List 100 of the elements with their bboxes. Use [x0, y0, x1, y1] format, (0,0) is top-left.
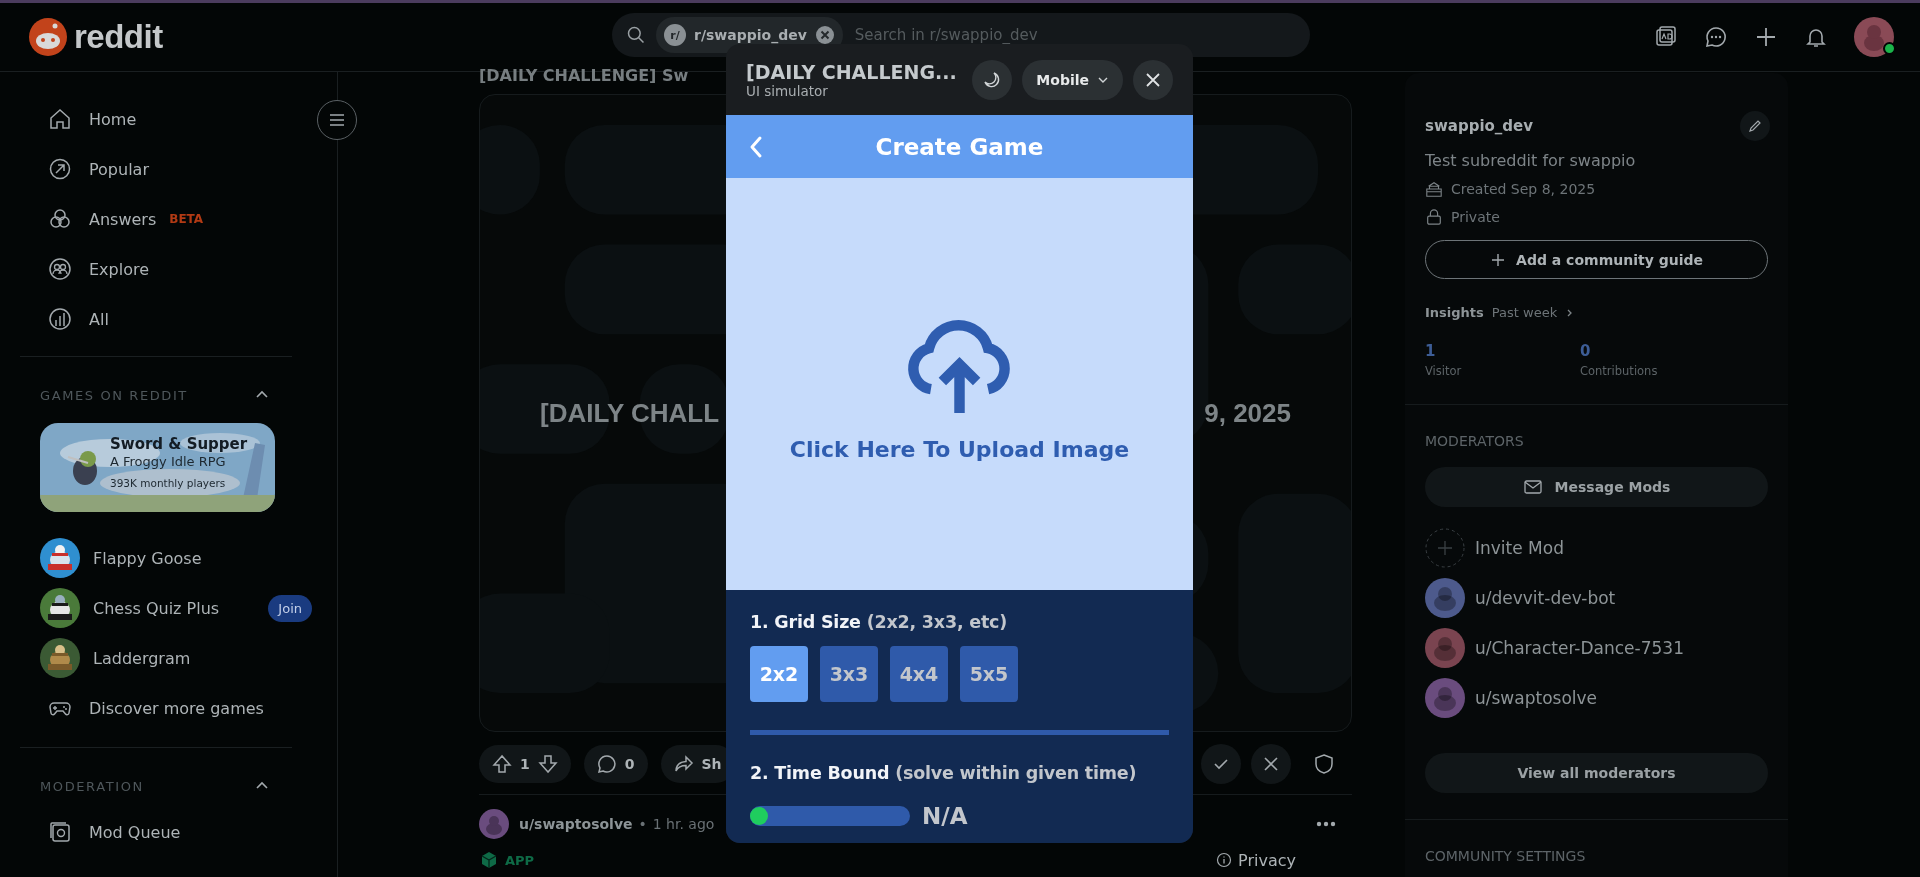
nav-label: Popular [89, 159, 149, 179]
close-button[interactable] [1133, 59, 1173, 100]
plus-icon [1490, 251, 1507, 268]
downvote-icon[interactable] [537, 754, 558, 774]
upload-label[interactable]: Click Here To Upload Image [789, 436, 1130, 462]
nav-label: Explore [89, 259, 150, 279]
section-heading: COMMUNITY SETTINGS [1425, 848, 1587, 864]
home-icon [48, 107, 72, 131]
edit-button[interactable] [1740, 111, 1770, 141]
nav-item[interactable]: Answers BETA [20, 194, 292, 244]
beta-label: BETA [169, 212, 204, 226]
chat-icon[interactable] [1704, 25, 1728, 49]
upload-area[interactable]: Click Here To Upload Image [726, 178, 1193, 590]
author-name[interactable]: u/swaptosolve [519, 816, 633, 832]
comment-icon [596, 754, 617, 774]
game-item[interactable]: Flappy Goose [20, 533, 312, 583]
shield-icon[interactable] [1312, 752, 1336, 776]
moderator-name: u/devvit-dev-bot [1475, 588, 1616, 608]
nav-label: Home [89, 109, 137, 129]
ad-icon[interactable] [1654, 25, 1678, 49]
nav-label: Answers [89, 209, 157, 229]
game-label: Chess Quiz Plus [93, 598, 220, 618]
game-item[interactable]: Laddergram [20, 633, 312, 683]
period-link[interactable]: Past week [1491, 305, 1558, 320]
upvote-icon[interactable] [492, 754, 512, 774]
vote-count: 1 [520, 756, 530, 772]
avatar-icon[interactable] [1854, 17, 1894, 57]
game-label: Flappy Goose [93, 548, 202, 568]
cube-icon [479, 850, 499, 870]
simulator-subtitle: UI simulator [746, 82, 829, 99]
game-label: Discover more games [89, 698, 264, 718]
slider-thumb[interactable] [750, 807, 768, 825]
nav-item[interactable]: Home [20, 94, 292, 144]
envelope-icon [1522, 477, 1543, 497]
time-bound-label: 2. Time Bound (solve within given time) [750, 763, 1137, 783]
nav-item[interactable]: Mod Queue [20, 807, 292, 857]
community-description: Test subreddit for swappio [1425, 151, 1637, 170]
moderator-name: u/swaptosolve [1475, 688, 1598, 708]
grid-size-option[interactable]: 3x3 [820, 646, 878, 702]
stat-value: 0 [1580, 342, 1592, 360]
avatar-icon [1425, 578, 1465, 618]
media-title: [DAILY CHALL [540, 397, 720, 429]
menu-button[interactable] [317, 100, 357, 140]
avatar-icon [1425, 678, 1465, 718]
post-time: 1 hr. ago [652, 816, 715, 832]
moderator-item[interactable]: u/devvit-dev-bot [1425, 573, 1768, 623]
comments-button[interactable]: 0 [583, 745, 648, 783]
people-icon [48, 257, 72, 281]
stat-value: 1 [1425, 342, 1437, 360]
more-icon[interactable] [1316, 821, 1336, 827]
queue-icon [48, 820, 72, 844]
device-dropdown[interactable]: Mobile [1022, 59, 1123, 100]
view-all-button[interactable]: View all moderators [1425, 753, 1768, 793]
vote-bar[interactable]: 1 [479, 745, 571, 783]
stat-label: Visitor [1425, 364, 1463, 378]
chip-label: r/swappio_dev [694, 27, 807, 43]
created-date: Created Sep 8, 2025 [1451, 181, 1596, 197]
lock-icon [1425, 208, 1443, 226]
plus-icon[interactable] [1754, 25, 1778, 49]
privacy-link[interactable]: Privacy [1238, 850, 1296, 870]
time-reading: N/A [922, 803, 968, 829]
join-button[interactable]: Join [268, 594, 312, 622]
share-icon [673, 754, 694, 774]
nav-item[interactable]: All [20, 294, 292, 344]
time-slider[interactable] [750, 806, 910, 826]
moderator-item[interactable]: u/swaptosolve [1425, 673, 1768, 723]
avatar-icon [1425, 628, 1465, 668]
separator-dot: • [638, 816, 647, 832]
featured-game-card[interactable]: Sword & Supper A Froggy Idle RPG 393K monthly players [40, 423, 275, 512]
nav-label: Mod Queue [89, 822, 181, 842]
insights-label: Insights [1425, 305, 1484, 320]
nav-item[interactable]: Explore [20, 244, 292, 294]
moderator-item[interactable]: u/Character-Dance-7531 [1425, 623, 1768, 673]
invite-label: Invite Mod [1475, 538, 1564, 558]
approve-button[interactable] [1201, 744, 1241, 784]
message-mods-button[interactable]: Message Mods [1425, 467, 1768, 507]
game-subtitle: A Froggy Idle RPG [110, 454, 227, 469]
reddit-logo-icon[interactable] [28, 17, 68, 57]
remove-button[interactable] [1251, 744, 1291, 784]
circles-icon [48, 207, 72, 231]
add-icon [1425, 528, 1465, 568]
nav-item[interactable]: Popular [20, 144, 292, 194]
game-item[interactable]: Chess Quiz Plus Join [20, 583, 312, 633]
post-title[interactable]: [DAILY CHALLENGE] Sw [479, 66, 689, 88]
game-item[interactable]: Discover more games [20, 683, 312, 733]
grid-size-option[interactable]: 4x4 [890, 646, 948, 702]
game-label: Laddergram [93, 648, 191, 668]
reddit-wordmark[interactable]: reddit [74, 18, 163, 56]
search-input[interactable]: Search in r/swappio_dev [852, 25, 1296, 45]
media-title: 9, 2025 [1204, 397, 1291, 429]
back-icon[interactable] [748, 134, 764, 159]
arrow-circle-icon [48, 157, 72, 181]
moderator-name: u/Character-Dance-7531 [1475, 638, 1684, 658]
clear-icon[interactable] [814, 25, 835, 45]
section-heading: MODERATORS [1425, 433, 1525, 449]
grid-size-option[interactable]: 5x5 [960, 646, 1018, 702]
nav-label: All [89, 309, 109, 329]
grid-size-label: 1. Grid Size (2x2, 3x3, etc) [750, 612, 1008, 632]
stat-label: Contributions [1580, 364, 1659, 378]
invite-mod-item[interactable]: Invite Mod [1425, 523, 1768, 573]
